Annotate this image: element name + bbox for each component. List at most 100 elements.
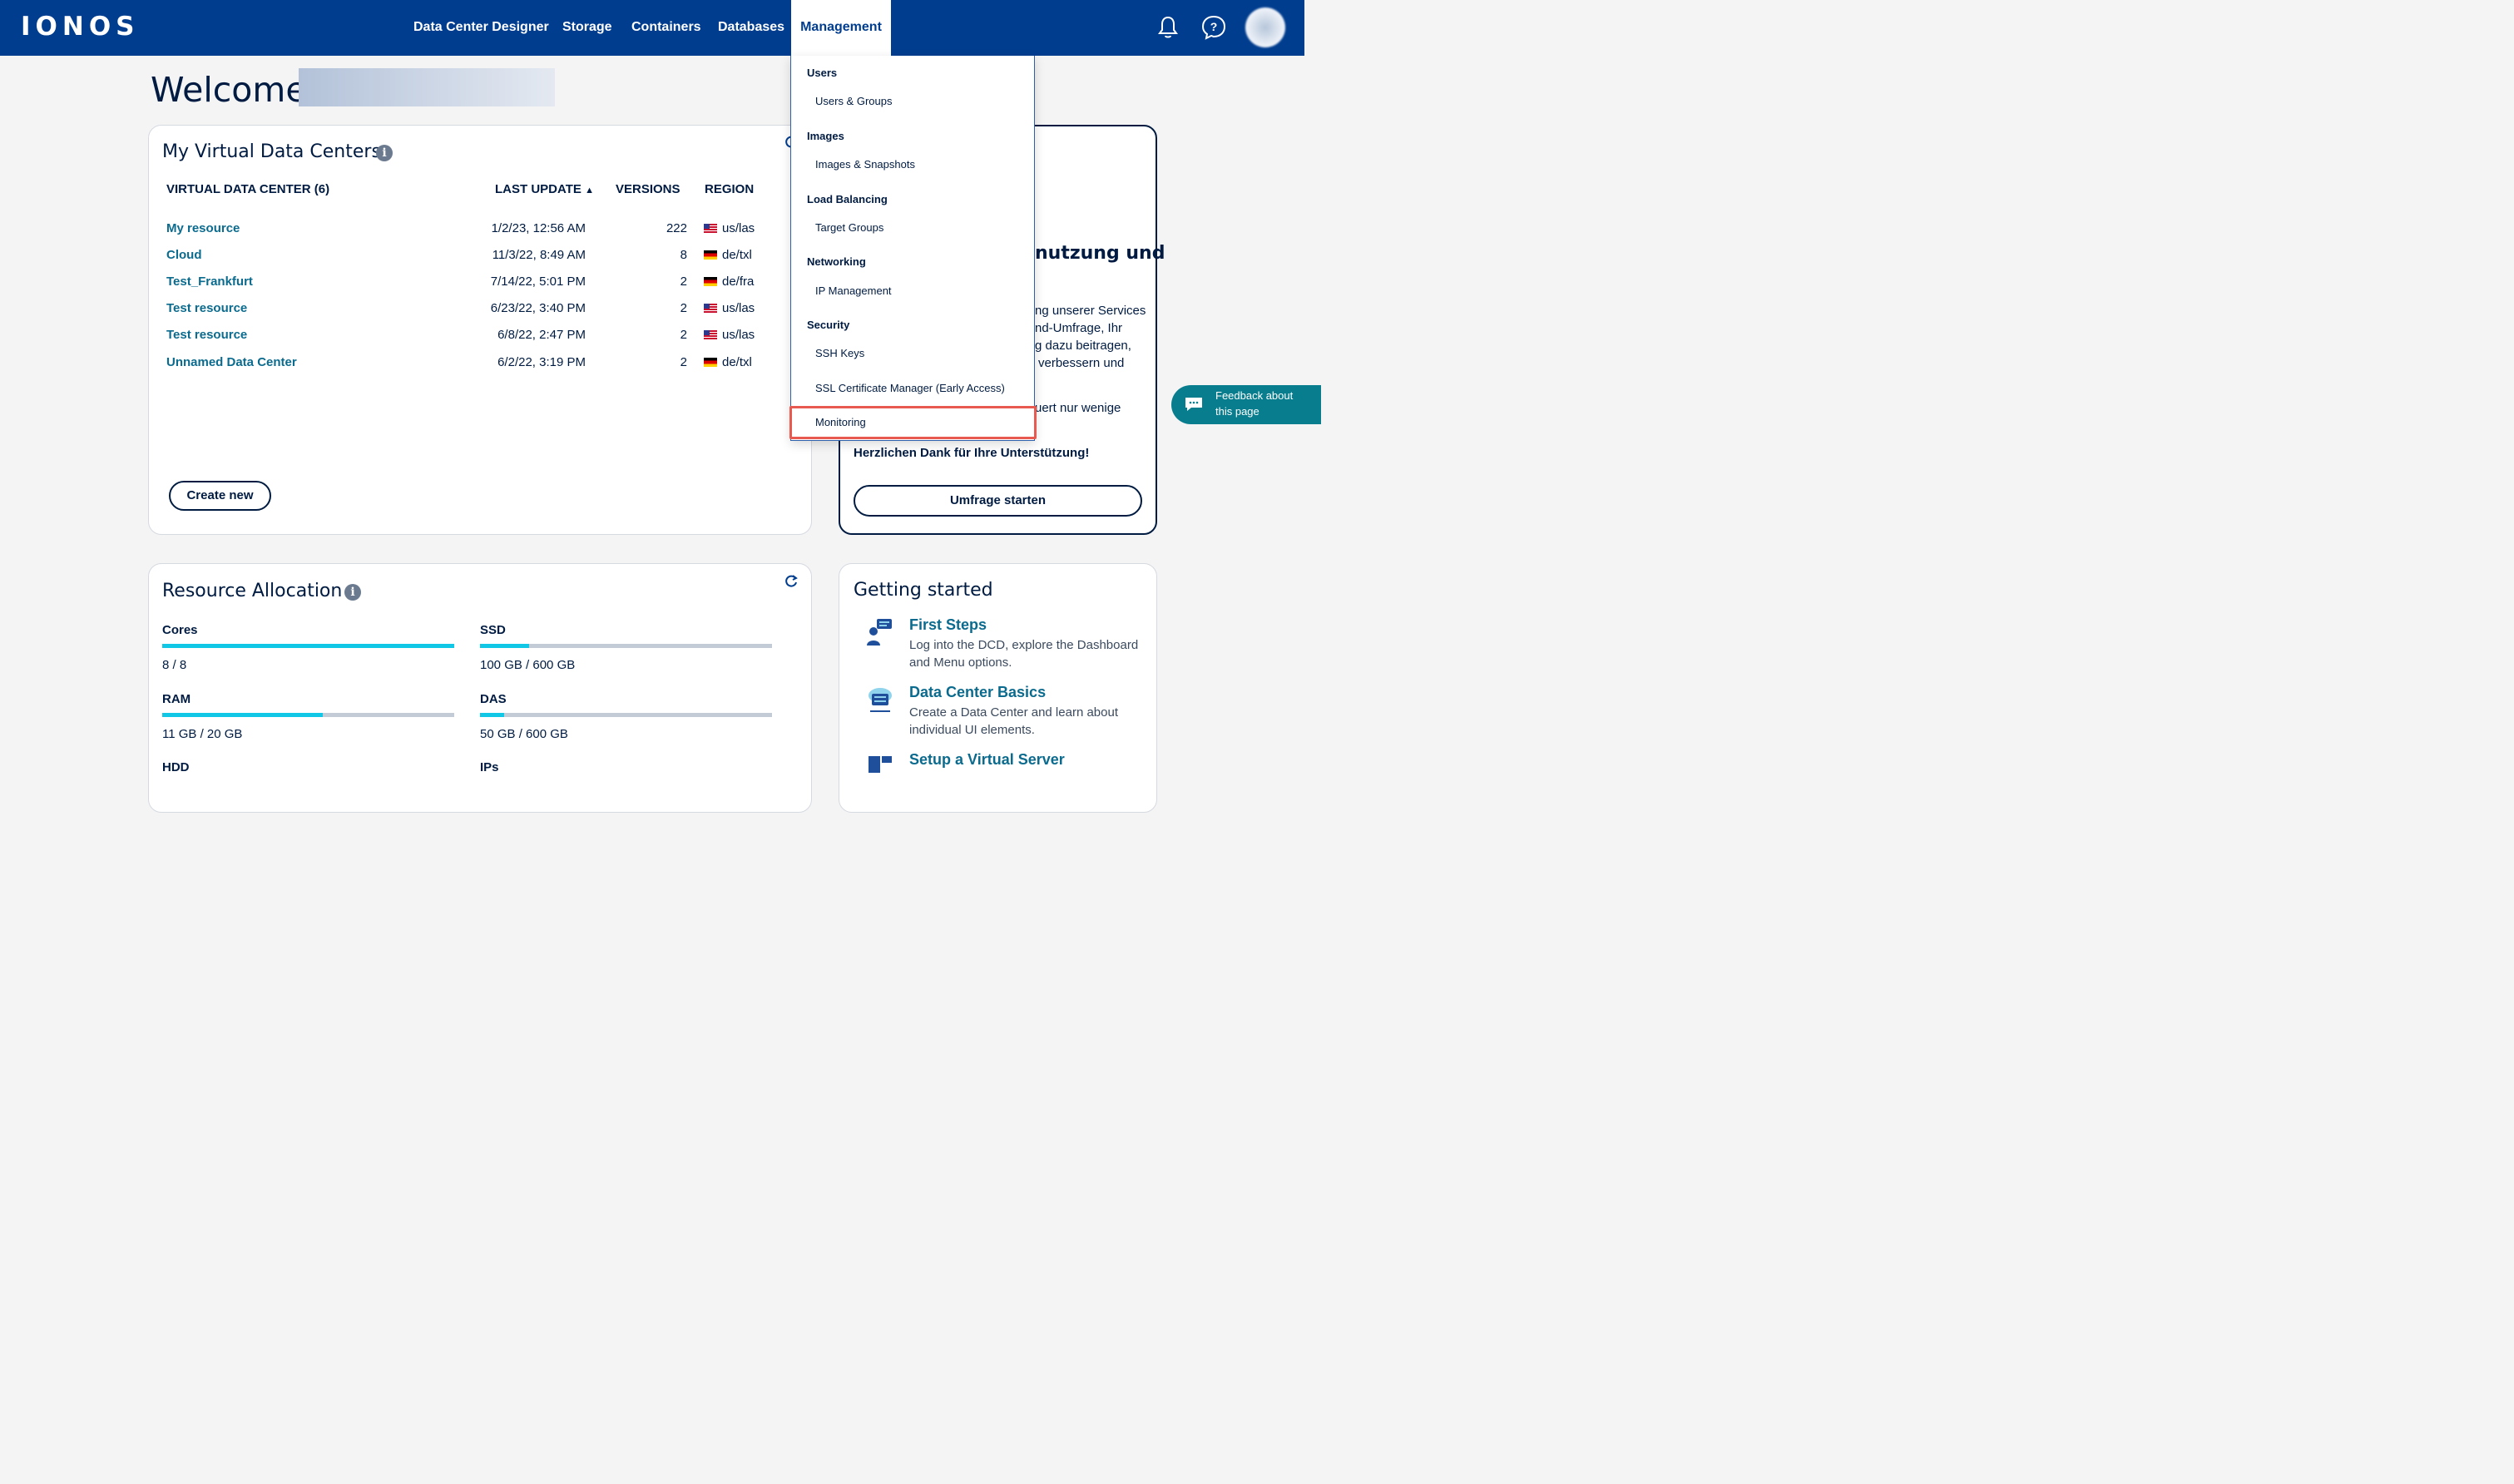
menu-item-target-groups[interactable]: Target Groups (815, 221, 883, 234)
vdc-row-name-link[interactable]: Test_Frankfurt (166, 275, 253, 289)
vdc-row-name-link[interactable]: My resource (166, 221, 240, 235)
help-chat-icon[interactable]: ? (1200, 14, 1227, 41)
bell-icon[interactable] (1155, 14, 1181, 41)
survey-text-line: uert nur wenige (1035, 401, 1121, 415)
survey-thanks: Herzlichen Dank für Ihre Unterstützung! (854, 446, 1090, 460)
first-steps-description: Log into the DCD, explore the Dashboard … (909, 638, 1139, 670)
data-center-basics-link[interactable]: Data Center Basics (909, 684, 1046, 701)
vdc-row-region: de/fra (704, 275, 754, 289)
column-header-last-update[interactable]: LAST UPDATE ▲ (495, 182, 594, 196)
menu-section-networking: Networking (807, 255, 866, 268)
progress-fill (162, 644, 454, 648)
sort-ascending-icon: ▲ (585, 186, 594, 195)
vdc-row-region: us/las (704, 328, 755, 342)
first-steps-icon (867, 619, 892, 646)
de-flag-icon (704, 277, 717, 286)
ram-value: 11 GB / 20 GB (162, 727, 243, 741)
vdc-row-name-link[interactable]: Cloud (166, 248, 202, 262)
progress-fill (480, 713, 505, 717)
user-avatar[interactable] (1245, 7, 1285, 47)
info-icon[interactable]: i (344, 584, 361, 601)
region-text: de/txl (722, 248, 752, 262)
svg-text:?: ? (1210, 20, 1218, 33)
feedback-label: Feedback about this page (1215, 389, 1294, 418)
survey-text-line: verbessern und (1038, 356, 1125, 370)
vdc-row-versions: 222 (666, 221, 687, 235)
ram-progress-bar (162, 713, 454, 717)
das-label: DAS (480, 692, 507, 706)
menu-section-images: Images (807, 130, 844, 142)
survey-text-line: g dazu beitragen, (1035, 339, 1131, 353)
virtual-server-icon (869, 756, 892, 773)
vdc-row-region: us/las (704, 221, 755, 235)
nav-storage[interactable]: Storage (562, 0, 612, 56)
region-text: de/txl (722, 355, 752, 369)
vdc-row-last-update: 1/2/23, 12:56 AM (491, 221, 586, 235)
cores-progress-bar (162, 644, 454, 648)
vdc-row-name-link[interactable]: Test resource (166, 328, 247, 342)
vdc-row-region: de/txl (704, 248, 752, 262)
nav-containers[interactable]: Containers (631, 0, 701, 56)
cores-label: Cores (162, 623, 198, 637)
us-flag-icon (704, 330, 717, 339)
first-steps-link[interactable]: First Steps (909, 616, 987, 634)
menu-item-ssh-keys[interactable]: SSH Keys (815, 347, 864, 359)
data-center-basics-description: Create a Data Center and learn about ind… (909, 705, 1118, 737)
menu-section-security: Security (807, 319, 850, 331)
das-value: 50 GB / 600 GB (480, 727, 568, 741)
info-icon[interactable]: i (376, 145, 393, 161)
survey-text-line: nd-Umfrage, Ihr (1035, 321, 1123, 335)
column-header-versions[interactable]: VERSIONS (616, 182, 680, 196)
vdc-row-last-update: 11/3/22, 8:49 AM (492, 248, 586, 262)
region-text: us/las (722, 221, 755, 235)
vdc-row-versions: 8 (680, 248, 687, 262)
nav-databases[interactable]: Databases (718, 0, 784, 56)
vdc-row-versions: 2 (680, 355, 687, 369)
column-header-region[interactable]: REGION (705, 182, 754, 196)
nav-data-center-designer[interactable]: Data Center Designer (413, 0, 549, 56)
region-text: de/fra (722, 275, 755, 289)
create-new-button[interactable]: Create new (169, 481, 271, 511)
vdc-card-title: My Virtual Data Centers (162, 141, 381, 162)
de-flag-icon (704, 358, 717, 367)
vdc-row-region: us/las (704, 301, 755, 315)
nav-management[interactable]: Management (791, 0, 891, 56)
vdc-row-name-link[interactable]: Test resource (166, 301, 247, 315)
refresh-icon[interactable] (784, 574, 799, 589)
chat-bubble-icon (1185, 398, 1202, 411)
vdc-row-last-update: 6/2/22, 3:19 PM (497, 355, 586, 369)
vdc-row-last-update: 6/8/22, 2:47 PM (497, 328, 586, 342)
progress-fill (162, 713, 324, 717)
menu-item-images-snapshots[interactable]: Images & Snapshots (815, 158, 915, 171)
welcome-heading: Welcome (151, 70, 307, 110)
menu-section-users: Users (807, 67, 838, 79)
vdc-row-versions: 2 (680, 301, 687, 315)
survey-heading-fragment: nutzung und (1035, 243, 1165, 264)
region-text: us/las (722, 301, 755, 315)
ssd-progress-bar (480, 644, 772, 648)
start-survey-button[interactable]: Umfrage starten (854, 485, 1142, 517)
ips-label: IPs (480, 760, 499, 774)
column-header-vdc[interactable]: VIRTUAL DATA CENTER (6) (166, 182, 329, 196)
menu-item-ip-management[interactable]: IP Management (815, 284, 892, 297)
das-progress-bar (480, 713, 772, 717)
vdc-row-last-update: 6/23/22, 3:40 PM (490, 301, 586, 315)
getting-started-title: Getting started (854, 580, 993, 601)
us-flag-icon (704, 224, 717, 233)
menu-item-ssl-certificate-manager[interactable]: SSL Certificate Manager (Early Access) (815, 382, 1005, 394)
vdc-row-last-update: 7/14/22, 5:01 PM (490, 275, 586, 289)
blurred-username (299, 68, 555, 106)
menu-section-load-balancing: Load Balancing (807, 193, 888, 205)
hdd-label: HDD (162, 760, 190, 774)
menu-item-users-groups[interactable]: Users & Groups (815, 95, 892, 107)
progress-fill (480, 644, 529, 648)
ionos-logo[interactable]: IONOS (21, 12, 140, 42)
de-flag-icon (704, 250, 717, 260)
vdc-row-region: de/txl (704, 355, 752, 369)
resource-allocation-title: Resource Allocation (162, 581, 343, 601)
ssd-value: 100 GB / 600 GB (480, 658, 576, 672)
vdc-row-name-link[interactable]: Unnamed Data Center (166, 355, 297, 369)
setup-virtual-server-link[interactable]: Setup a Virtual Server (909, 751, 1065, 769)
ssd-label: SSD (480, 623, 506, 637)
survey-text-line: ng unserer Services (1035, 304, 1146, 318)
